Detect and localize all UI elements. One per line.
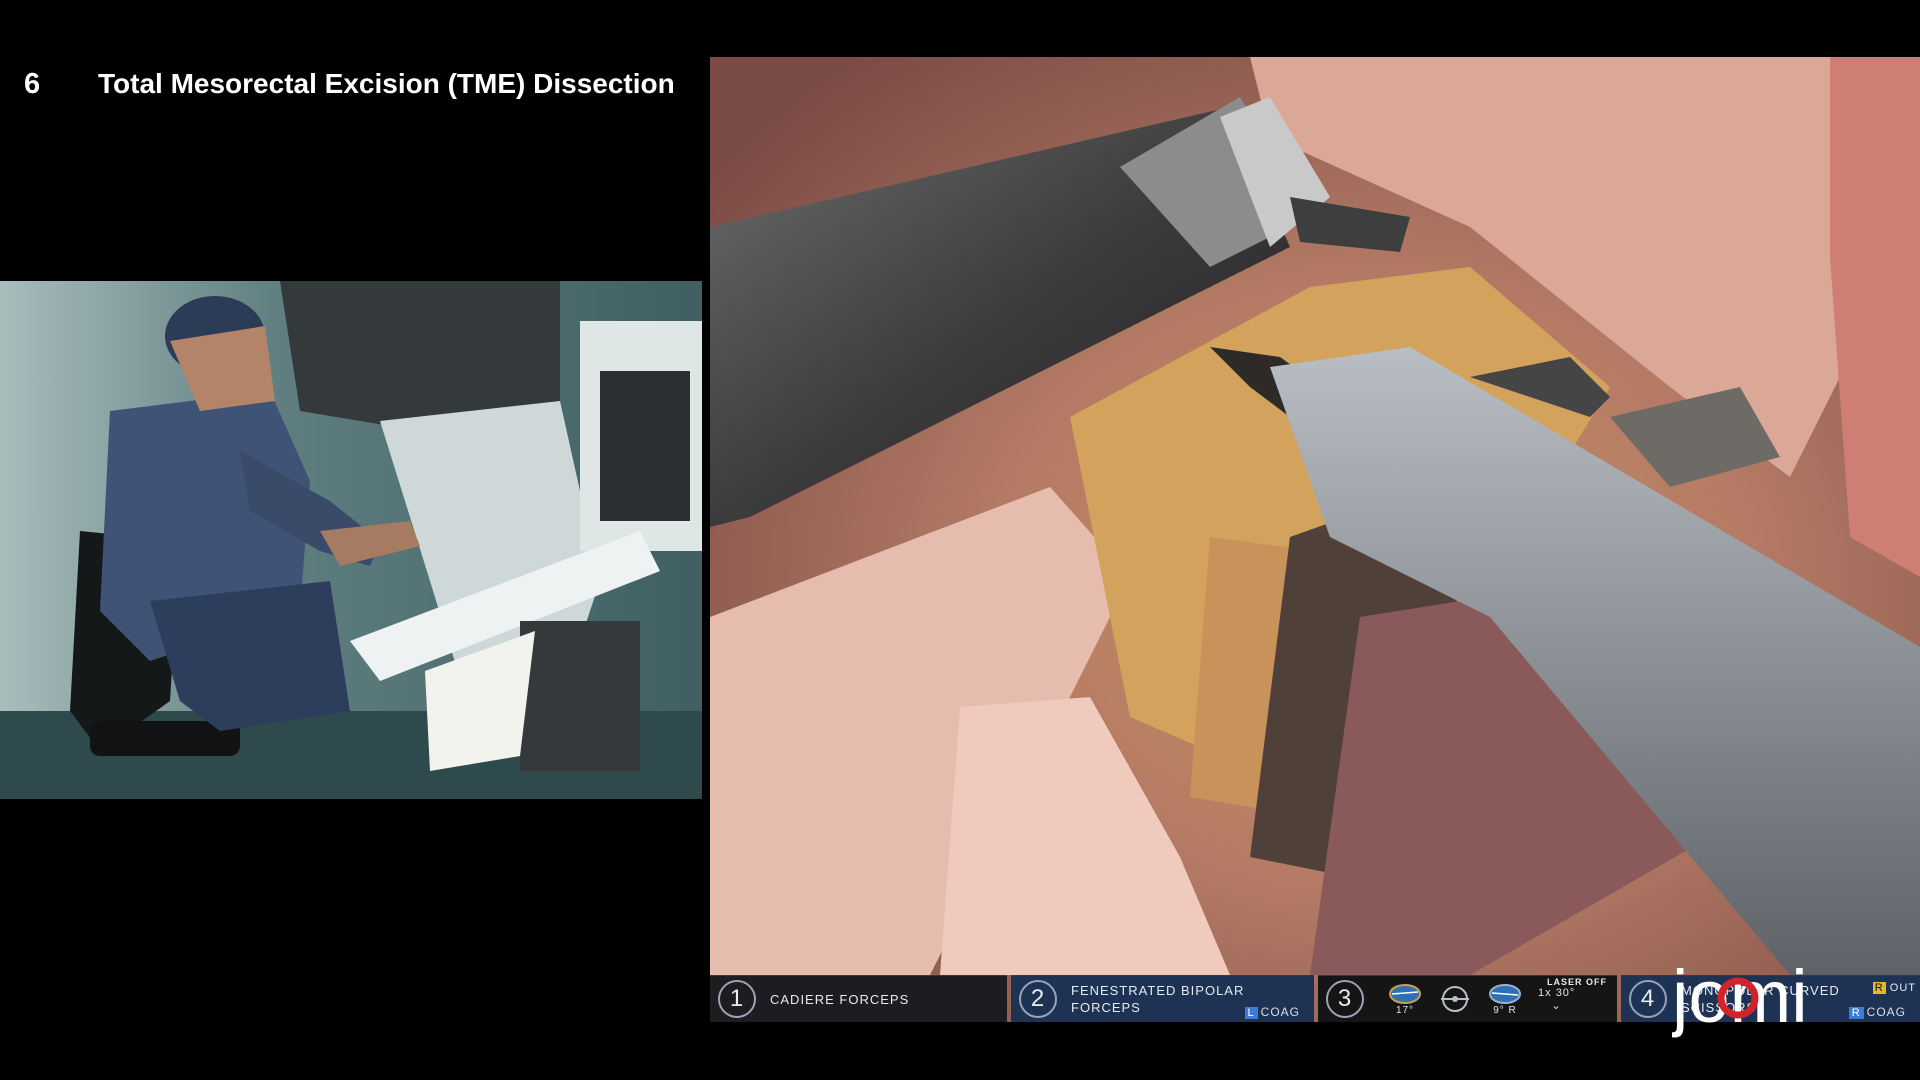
- energy-mode-label: COAG: [1260, 1005, 1300, 1019]
- zoom-indicator: 1x 30° ⌄: [1538, 987, 1575, 1012]
- camera-right-indicator: 9° R: [1488, 983, 1522, 1016]
- instrument-slot-2: 2 FENESTRATED BIPOLAR FORCEPS L COAG: [1011, 975, 1314, 1022]
- out-label: OUT: [1889, 982, 1916, 994]
- instrument-name-line: FORCEPS: [1071, 1000, 1141, 1015]
- camera-status: 17° 9° R 1x 30° ⌄: [1388, 983, 1575, 1016]
- jomi-logo: jomi: [1672, 960, 1808, 1038]
- scope-angle: 30°: [1555, 986, 1576, 999]
- surgeon-console-video: [0, 281, 702, 799]
- instrument-slot-number: 2: [1019, 980, 1058, 1018]
- instrument-name-line: CADIERE FORCEPS: [770, 991, 910, 1007]
- scope-left-icon: [1389, 983, 1421, 1004]
- energy-pedal-tag: L: [1244, 1007, 1258, 1019]
- horizon-icon: [1441, 986, 1469, 1012]
- instrument-name: FENESTRATED BIPOLAR FORCEPS: [1071, 982, 1244, 1016]
- camera-right-angle: 9° R: [1493, 1004, 1517, 1016]
- instrument-slot-3-camera: 3 17° 9° R 1x 30° ⌄ LASER OFF: [1318, 975, 1617, 1022]
- instrument-slot-1: 1 CADIERE FORCEPS: [710, 975, 1008, 1022]
- laser-status: LASER OFF: [1547, 977, 1607, 987]
- camera-left-indicator: 17°: [1388, 983, 1422, 1016]
- energy-mode: L COAG: [1244, 1005, 1300, 1019]
- chapter-title: Total Mesorectal Excision (TME) Dissecti…: [98, 68, 675, 99]
- zoom-level: 1x: [1538, 986, 1552, 999]
- camera-left-angle: 17°: [1395, 1004, 1415, 1016]
- scope-right-icon: [1489, 983, 1521, 1004]
- instrument-slot-number: 3: [1326, 980, 1364, 1018]
- jomi-logo-text: jomi: [1672, 960, 1808, 1038]
- instrument-slot-number: 1: [718, 980, 756, 1018]
- instrument-name: CADIERE FORCEPS: [770, 991, 909, 1008]
- instrument-slot-number: 4: [1629, 980, 1667, 1018]
- chapter-number: 6: [24, 67, 42, 100]
- chevron-down-icon: ⌄: [1551, 999, 1562, 1012]
- camera-center-indicator: [1438, 984, 1472, 1014]
- instrument-name-line: FENESTRATED BIPOLAR: [1071, 983, 1245, 998]
- endoscope-video: [710, 57, 1920, 1022]
